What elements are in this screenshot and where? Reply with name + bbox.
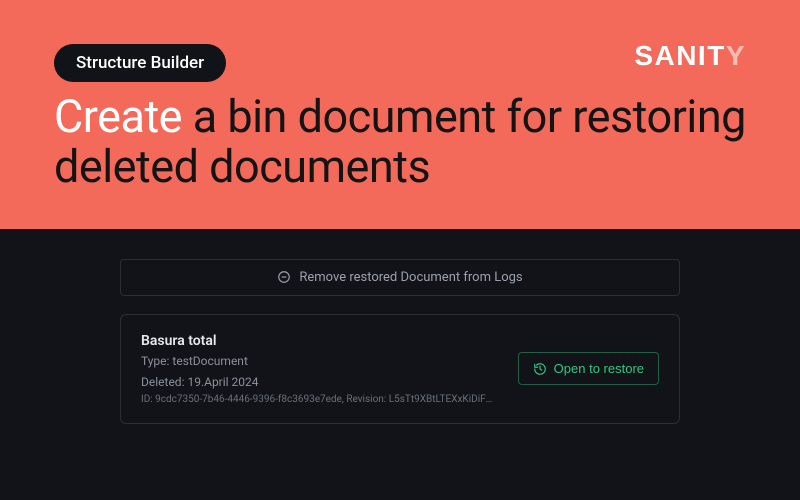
brand-logo: SANITY [634, 40, 746, 72]
card-info: Basura total Type: testDocument Deleted:… [141, 333, 498, 405]
category-pill: Structure Builder [54, 44, 226, 82]
document-deleted-date: Deleted: 19.April 2024 [141, 373, 498, 391]
remove-restored-label: Remove restored Document from Logs [299, 270, 522, 285]
page-title: Create a bin document for restoring dele… [54, 92, 746, 193]
headline-accent: Create [54, 90, 182, 143]
page-root: SANITY Structure Builder Create a bin do… [0, 0, 800, 500]
deleted-document-card: Basura total Type: testDocument Deleted:… [120, 314, 680, 424]
brand-suffix: Y [726, 40, 746, 71]
brand-prefix: SANIT [634, 40, 726, 71]
restore-button-label: Open to restore [554, 361, 644, 376]
document-title: Basura total [141, 333, 498, 349]
open-to-restore-button[interactable]: Open to restore [518, 352, 659, 385]
document-type: Type: testDocument [141, 352, 498, 370]
remove-circle-icon [277, 270, 291, 284]
remove-restored-button[interactable]: Remove restored Document from Logs [120, 259, 680, 296]
document-id-revision: ID: 9cdc7350-7b46-4446-9396-f8c3693e7ede… [141, 394, 498, 405]
hero-banner: SANITY Structure Builder Create a bin do… [0, 0, 800, 229]
content-panel: Remove restored Document from Logs Basur… [0, 229, 800, 500]
restore-history-icon [533, 362, 547, 376]
